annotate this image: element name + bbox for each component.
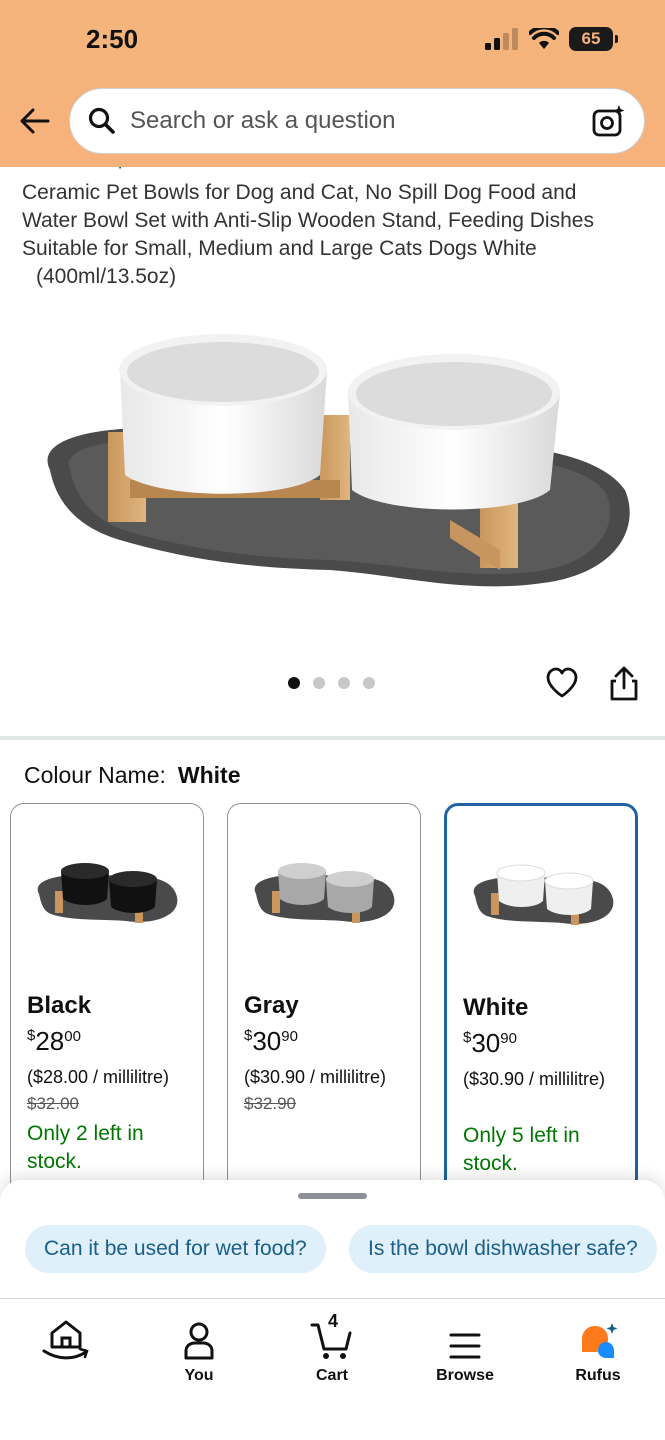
variant-price: $3090: [463, 1028, 517, 1059]
colour-label-text: Colour Name:: [24, 762, 166, 788]
pager-dot[interactable]: [363, 677, 375, 689]
price-cents: 00: [64, 1028, 81, 1045]
pager-dot[interactable]: [338, 677, 350, 689]
cellular-signal-icon: [485, 28, 518, 50]
stock-status: Only 2 left in stock.: [27, 1122, 144, 1173]
variant-price: $2800: [27, 1026, 81, 1057]
bottom-nav: You 4 Cart Browse Rufus: [0, 1298, 665, 1440]
unit-price: ($30.90 / millilitre): [244, 1067, 387, 1087]
person-icon: [184, 1322, 214, 1360]
pager-dot[interactable]: [313, 677, 325, 689]
variant-price: $3090: [244, 1026, 298, 1057]
nav-you-label: You: [184, 1367, 214, 1384]
price-whole: 30: [471, 1028, 501, 1058]
battery-icon: 65: [569, 27, 618, 51]
nav-cart[interactable]: 4 Cart: [282, 1311, 382, 1385]
nav-you[interactable]: You: [149, 1313, 249, 1385]
cart-count-badge: 4: [328, 1311, 339, 1331]
sheet-grabber[interactable]: [298, 1193, 367, 1199]
price-whole: 28: [35, 1026, 65, 1056]
status-time: 2:50: [86, 24, 139, 54]
product-image[interactable]: [30, 320, 635, 595]
variant-name: Black: [27, 992, 92, 1019]
unit-price: ($30.90 / millilitre): [463, 1069, 606, 1089]
variant-thumbnail: [473, 864, 614, 925]
nav-browse-label: Browse: [436, 1367, 494, 1384]
rufus-icon: [582, 1323, 618, 1358]
share-icon[interactable]: [607, 666, 641, 702]
image-pager[interactable]: [288, 677, 375, 689]
nav-rufus-label: Rufus: [575, 1367, 621, 1384]
product-size: (400ml/13.5oz): [36, 265, 177, 288]
variant-card-gray[interactable]: Gray $3090 ($30.90 / millilitre) $32.90: [227, 803, 421, 1203]
was-price: $32.90: [244, 1094, 296, 1113]
product-title-text: Ceramic Pet Bowls for Dog and Cat, No Sp…: [22, 181, 594, 260]
search-input[interactable]: Search or ask a question: [69, 88, 645, 154]
home-icon: [42, 1320, 89, 1360]
heart-icon[interactable]: [545, 666, 579, 700]
nav-cart-label: Cart: [315, 1367, 348, 1384]
search-placeholder: Search or ask a question: [130, 107, 396, 134]
back-arrow-icon[interactable]: [18, 104, 52, 138]
nav-browse[interactable]: Browse: [415, 1313, 515, 1385]
wifi-icon: [529, 28, 559, 49]
suggestion-chip[interactable]: Is the bowl dishwasher safe?: [349, 1225, 657, 1273]
stock-status: Only 5 left in stock.: [463, 1124, 580, 1175]
variant-card-black[interactable]: Black $2800 ($28.00 / millilitre) $32.00…: [10, 803, 204, 1203]
colour-selected-value: White: [177, 762, 241, 788]
was-price: $32.00: [27, 1094, 79, 1113]
camera-lens-icon[interactable]: [592, 104, 626, 138]
variant-thumbnail: [37, 863, 178, 923]
status-icons: 65: [485, 27, 618, 51]
variant-card-white[interactable]: White $3090 ($30.90 / millilitre) Only 5…: [444, 803, 638, 1203]
variant-name: White: [463, 994, 529, 1021]
variant-thumbnail: [254, 863, 395, 923]
price-cents: 90: [500, 1030, 517, 1047]
menu-icon: [449, 1333, 481, 1359]
header: 2:50 65 Search or ask a question: [0, 0, 665, 167]
colour-label: Colour Name: White: [24, 762, 241, 789]
unit-price: ($28.00 / millilitre): [27, 1067, 170, 1087]
section-divider: [0, 736, 665, 740]
product-title: Ceramic Pet Bowls for Dog and Cat, No Sp…: [22, 179, 637, 291]
pager-dot[interactable]: [288, 677, 300, 689]
nav-rufus[interactable]: Rufus: [548, 1313, 648, 1385]
nav-home[interactable]: [16, 1313, 116, 1367]
search-icon: [88, 107, 115, 134]
variant-name: Gray: [244, 992, 299, 1019]
price-whole: 30: [252, 1026, 282, 1056]
price-cents: 90: [281, 1028, 298, 1045]
suggestion-chip[interactable]: Can it be used for wet food?: [25, 1225, 326, 1273]
rufus-suggestions-sheet: Can it be used for wet food? Is the bowl…: [0, 1180, 665, 1300]
